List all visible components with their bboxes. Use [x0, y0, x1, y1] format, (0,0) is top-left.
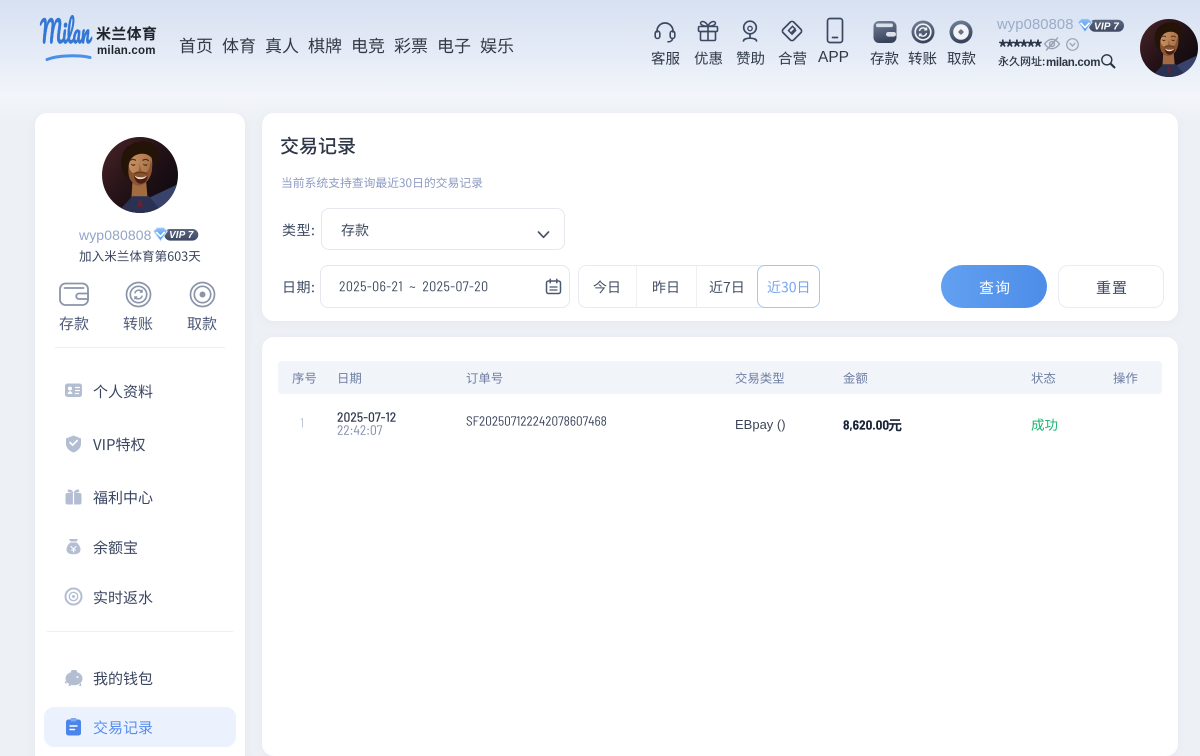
svg-text:VIP 7: VIP 7: [169, 230, 194, 241]
svg-text:VIP 7: VIP 7: [1094, 21, 1119, 32]
